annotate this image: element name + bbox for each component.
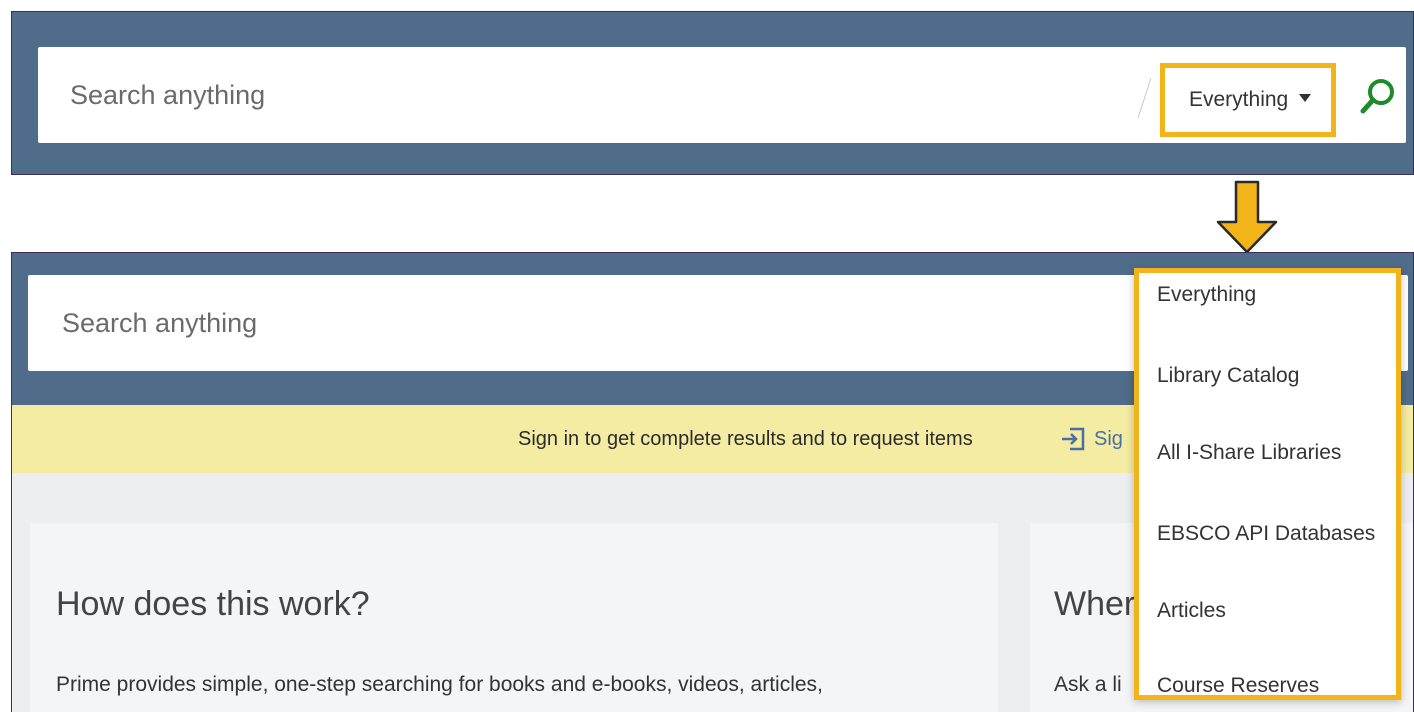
search-header-collapsed: Search anything Everything (11, 11, 1414, 175)
scope-option-all-i-share-libraries[interactable]: All I-Share Libraries (1157, 441, 1341, 465)
card-title: Wher (1054, 585, 1136, 623)
scope-option-course-reserves[interactable]: Course Reserves (1157, 674, 1319, 698)
card-body[interactable]: Ask a li (1054, 673, 1122, 697)
signin-link[interactable]: Sig (1094, 405, 1123, 473)
scope-option-ebsco-api-databases[interactable]: EBSCO API Databases (1157, 522, 1375, 546)
search-input[interactable]: Search anything (70, 47, 1120, 143)
scope-select-value: Everything (1189, 88, 1289, 111)
search-input[interactable]: Search anything (62, 275, 962, 371)
scope-option-articles[interactable]: Articles (1157, 599, 1226, 623)
card-body: Prime provides simple, one-step searchin… (56, 673, 823, 696)
search-bar: Search anything Everything (38, 47, 1406, 143)
scope-dropdown-menu: Everything Library Catalog All I-Share L… (1134, 268, 1401, 700)
scope-option-library-catalog[interactable]: Library Catalog (1157, 364, 1299, 388)
info-card: How does this work? Prime provides simpl… (30, 523, 998, 712)
arrow-down-icon (1216, 180, 1278, 254)
divider (1137, 77, 1152, 119)
search-icon (1360, 79, 1394, 114)
search-button[interactable] (1354, 73, 1402, 121)
card-title: How does this work? (56, 585, 370, 623)
scope-option-everything[interactable]: Everything (1157, 283, 1256, 307)
sign-in-icon[interactable] (1060, 426, 1086, 452)
caret-down-icon (1299, 94, 1311, 102)
signin-message: Sign in to get complete results and to r… (518, 427, 973, 450)
scope-select[interactable]: Everything (1160, 63, 1336, 137)
